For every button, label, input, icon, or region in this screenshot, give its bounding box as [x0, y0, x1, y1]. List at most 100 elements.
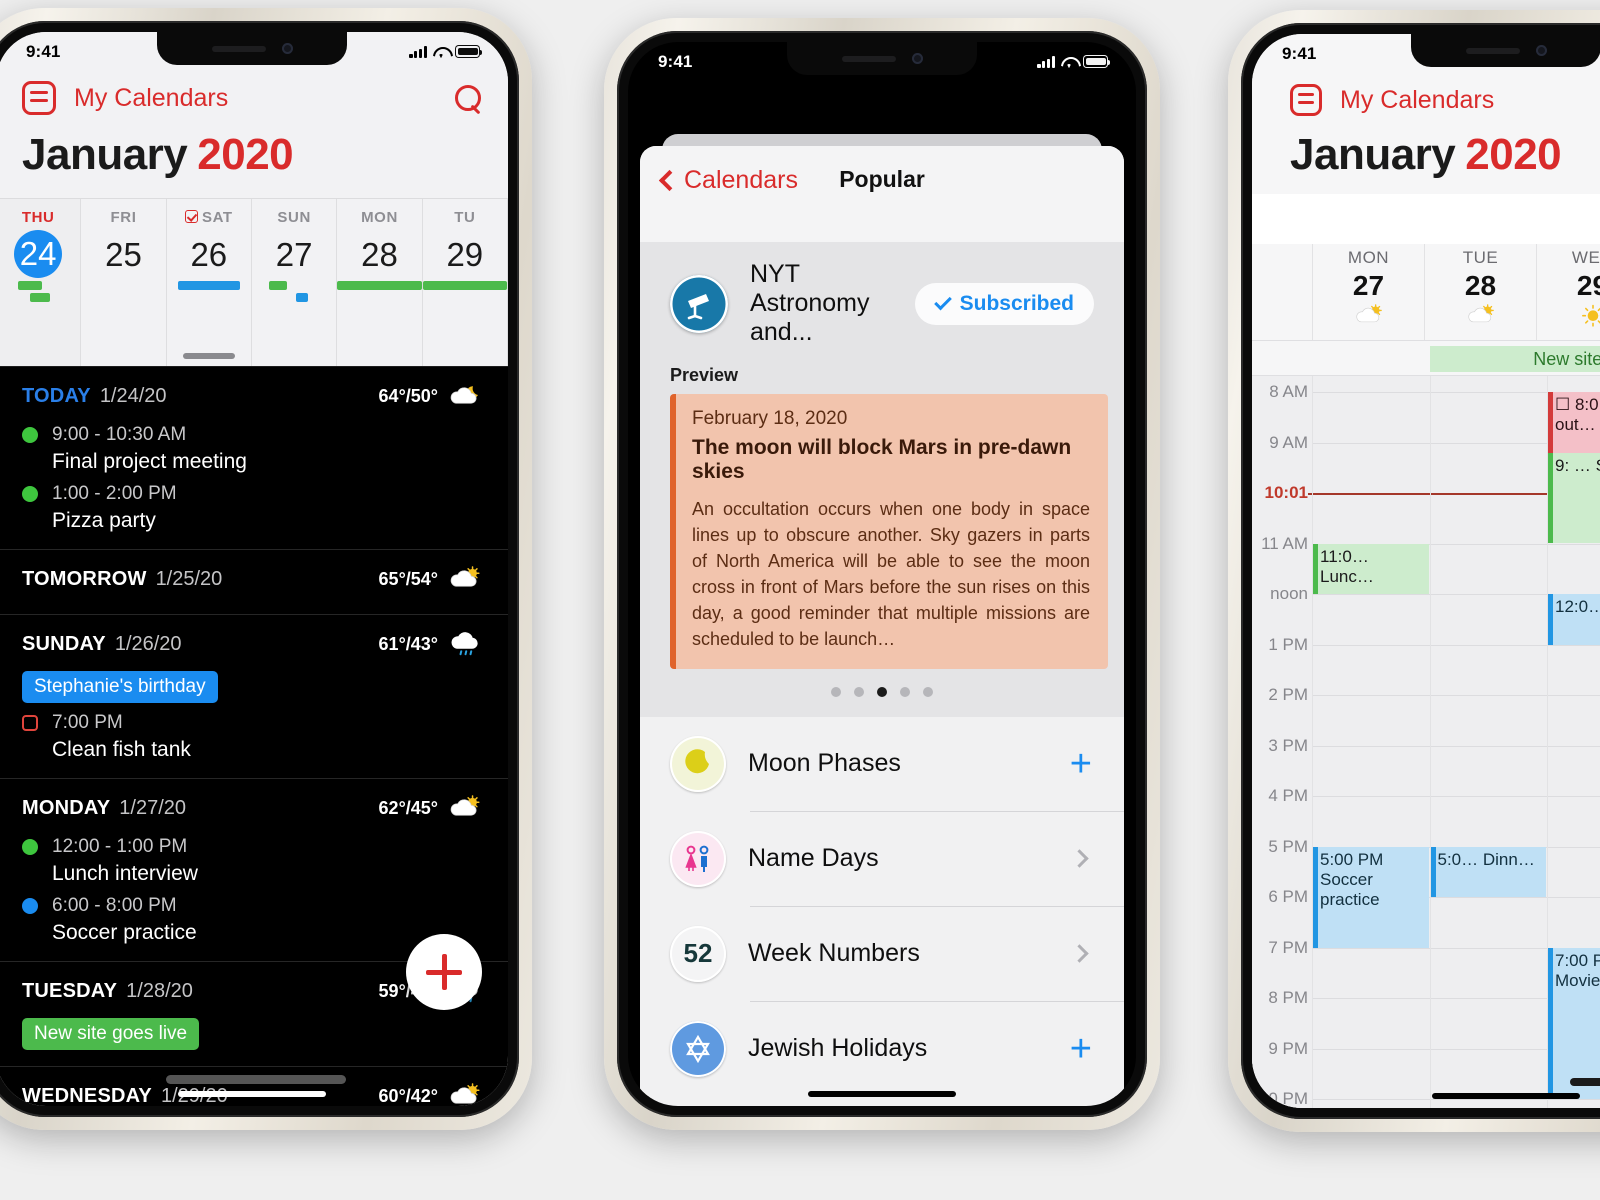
hour-label: noon: [1270, 584, 1308, 603]
my-calendars-title[interactable]: My Calendars: [74, 84, 455, 113]
my-calendars-title[interactable]: My Calendars: [1340, 86, 1494, 115]
chevron-right-icon[interactable]: [1070, 849, 1089, 868]
add-event-button[interactable]: [406, 934, 482, 1010]
timeline-event[interactable]: 11:0… Lunc…: [1313, 543, 1429, 594]
day-number: 26: [190, 236, 228, 273]
timeline-day-header[interactable]: TUE 28: [1424, 244, 1536, 340]
week-strip-day[interactable]: FRI 25: [81, 199, 167, 366]
event-title: Lunch interview: [52, 862, 198, 885]
week-strip-day[interactable]: TU 29: [422, 199, 508, 366]
search-icon[interactable]: [455, 84, 482, 112]
calendar-list-item[interactable]: Moon Phases +: [640, 717, 1124, 811]
calendar-list-item[interactable]: 52 Week Numbers: [640, 907, 1124, 1001]
timeline-event[interactable]: 5:0… Dinn…: [1430, 846, 1546, 897]
timeline-event[interactable]: 5:00 PM Soccer practice: [1313, 846, 1429, 948]
timeline-event[interactable]: ☐ 8:0… Take out…: [1548, 392, 1600, 453]
page-dot[interactable]: [900, 686, 910, 697]
home-indicator[interactable]: [1432, 1093, 1580, 1099]
checkbox-icon: [184, 210, 198, 223]
event-color-bar: [1430, 846, 1436, 897]
wifi-icon: [1061, 56, 1077, 68]
event-time: 6:00 - 8:00 PM: [52, 895, 177, 916]
all-day-event[interactable]: New site goes live: [1429, 346, 1600, 372]
all-day-event[interactable]: New site goes live: [22, 1018, 200, 1050]
calendar-list-icon[interactable]: [22, 81, 56, 115]
day-date: 1/25/20: [155, 567, 223, 590]
week-strip-day[interactable]: SUN 27: [252, 199, 338, 366]
event-title: Pizza party: [52, 509, 156, 532]
page-dot[interactable]: [831, 686, 841, 697]
scroll-indicator[interactable]: [166, 1075, 346, 1084]
agenda-event[interactable]: 1:00 - 2:00 PM Pizza party: [0, 474, 508, 533]
phone-3-frame: 9:41 My Calendars January 2020 MON 27 TU…: [1228, 10, 1600, 1132]
day-label: TODAY: [22, 384, 91, 407]
agenda-event[interactable]: 9:00 - 10:30 AM Final project meeting: [0, 415, 508, 474]
page-title: January 2020: [1290, 126, 1600, 194]
timeline-event[interactable]: 9: … S u sa: [1548, 452, 1600, 544]
timeline-day-header[interactable]: WED 29: [1536, 244, 1600, 340]
calendar-list-icon[interactable]: [1290, 84, 1322, 116]
preview-card[interactable]: February 18, 2020 The moon will block Ma…: [670, 394, 1108, 669]
agenda-event[interactable]: 12:00 - 1:00 PM Lunch interview: [0, 827, 508, 886]
carousel-page-dots[interactable]: [640, 686, 1124, 697]
event-indicator-pill: [268, 281, 288, 290]
agenda-day-header: WEDNESDAY 1/29/20 60°/42°: [0, 1067, 508, 1106]
telescope-icon: [670, 274, 728, 333]
earpiece-speaker: [211, 45, 266, 52]
calendar-name: NYT Astronomy and...: [750, 260, 870, 346]
week-strip-day[interactable]: THU 24: [0, 199, 82, 366]
sheet-title: Popular: [839, 166, 925, 192]
hour-label: 8 PM: [1268, 988, 1308, 1007]
day-number: 27: [1352, 270, 1385, 301]
front-camera: [911, 53, 923, 64]
plus-icon[interactable]: +: [1070, 1030, 1092, 1068]
agenda-event[interactable]: 7:00 PM Clean fish tank: [0, 703, 508, 762]
event-title: Final project meeting: [52, 450, 247, 473]
agenda-day-header: TOMORROW 1/25/20 65°/54°: [0, 550, 508, 598]
day-date: 1/28/20: [126, 979, 193, 1002]
day-date: 1/27/20: [119, 796, 186, 819]
wifi-icon: [433, 46, 449, 58]
day-number: 24: [14, 230, 63, 278]
timeline-day-header[interactable]: MON 27: [1312, 244, 1424, 340]
battery-icon: [1083, 55, 1111, 68]
week-strip[interactable]: THU 24 FRI 25 SAT 26 SUN 27 MON 28 TU 29: [0, 198, 508, 366]
page-dot[interactable]: [877, 686, 887, 697]
scroll-indicator[interactable]: [1570, 1078, 1600, 1086]
timeline-event[interactable]: 7:00 PM Movie night: [1548, 947, 1600, 1099]
preview-carousel[interactable]: February 18, 2020 The moon will block Ma…: [640, 394, 1124, 669]
front-camera: [1535, 45, 1547, 56]
home-indicator[interactable]: [808, 1091, 956, 1097]
chevron-right-icon[interactable]: [1070, 944, 1089, 963]
star-of-david-icon: [670, 1020, 726, 1077]
task-checkbox-icon[interactable]: [22, 715, 38, 731]
home-indicator[interactable]: [178, 1091, 326, 1097]
notch: [1411, 34, 1600, 67]
week-timeline[interactable]: MON 27 TUE 28 WED 29 THU: [1252, 244, 1600, 1108]
week-strip-day[interactable]: SAT 26: [167, 199, 252, 366]
name-days-icon: [670, 830, 726, 887]
preview-label: Preview: [670, 365, 739, 385]
subscribed-button[interactable]: Subscribed: [914, 282, 1094, 325]
day-label: SUNDAY: [22, 632, 106, 655]
plus-icon[interactable]: +: [1070, 745, 1092, 783]
event-time: 7:00 PM: [52, 712, 123, 733]
all-day-event[interactable]: Stephanie's birthday: [22, 671, 218, 703]
day-number: 28: [361, 236, 398, 273]
calendar-list-item[interactable]: Jewish Holidays +: [640, 1002, 1124, 1096]
page-dot[interactable]: [923, 686, 933, 697]
hour-grid[interactable]: 8 AM 9 AM 10:01 11 AM noon 1 PM 2 PM 3 PM 4 PM 5 …: [1252, 376, 1600, 1108]
timeline-event[interactable]: 12:0… Lunch: [1548, 594, 1600, 645]
calendar-list-item[interactable]: Name Days: [640, 812, 1124, 906]
page-dot[interactable]: [854, 686, 864, 697]
all-day-band[interactable]: New site goes live: [1252, 340, 1600, 376]
day-column-headers[interactable]: MON 27 TUE 28 WED 29 THU: [1252, 244, 1600, 340]
event-indicator-pill: [177, 281, 241, 290]
day-number: 29: [446, 236, 484, 273]
featured-calendar-section: NYT Astronomy and... Subscribed Preview …: [640, 242, 1124, 717]
week-strip-day[interactable]: MON 28: [337, 199, 423, 366]
temperature-range: 65°/54°: [378, 568, 438, 589]
day-scroll-handle[interactable]: [182, 353, 235, 359]
calendar-subscriptions-list[interactable]: Moon Phases + Name Days 52 Week Numbers Je…: [640, 716, 1124, 1096]
temperature-range: 61°/43°: [378, 633, 438, 654]
